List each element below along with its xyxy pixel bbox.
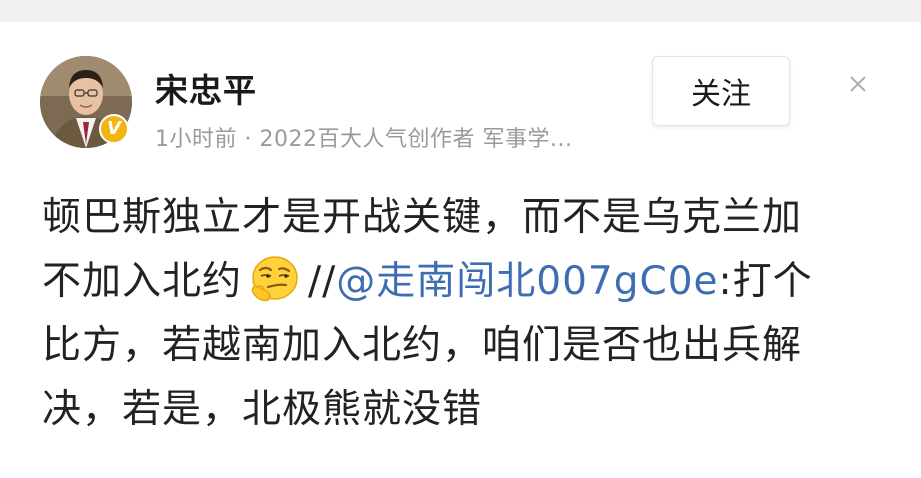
post-line-1: 顿巴斯独立才是开战关键，而不是乌克兰加 bbox=[42, 195, 803, 240]
post-line-2: 不加入北约 //@走南闯北007gC0e:打个 bbox=[42, 250, 892, 314]
post-line-3: 比方，若越南加入北约，咱们是否也出兵解 bbox=[42, 323, 803, 368]
author-name[interactable]: 宋忠平 bbox=[155, 64, 257, 112]
verified-badge-icon: V bbox=[99, 114, 129, 144]
post-body: 顿巴斯独立才是开战关键，而不是乌克兰加 不加入北约 //@走南闯北007gC0e… bbox=[42, 186, 892, 442]
close-icon bbox=[850, 76, 866, 92]
follow-button[interactable]: 关注 bbox=[652, 56, 790, 126]
post-card: V 宋忠平 1小时前 · 2022百大人气创作者 军事学... 关注 顿巴斯独立… bbox=[0, 22, 921, 478]
verified-badge-letter: V bbox=[107, 118, 121, 139]
post-line-2-prefix: 不加入北约 bbox=[42, 259, 243, 304]
user-mention-link[interactable]: @走南闯北007gC0e bbox=[336, 259, 718, 304]
post-line-2-suffix: :打个 bbox=[718, 259, 813, 304]
post-meta: 1小时前 · 2022百大人气创作者 军事学... bbox=[155, 127, 573, 152]
close-button[interactable] bbox=[838, 64, 878, 104]
top-divider-strip bbox=[0, 0, 921, 22]
post-line-4: 决，若是，北极熊就没错 bbox=[42, 387, 483, 432]
thinking-smirk-emoji-icon bbox=[251, 256, 298, 302]
post-line-2-slashes: // bbox=[308, 259, 337, 304]
